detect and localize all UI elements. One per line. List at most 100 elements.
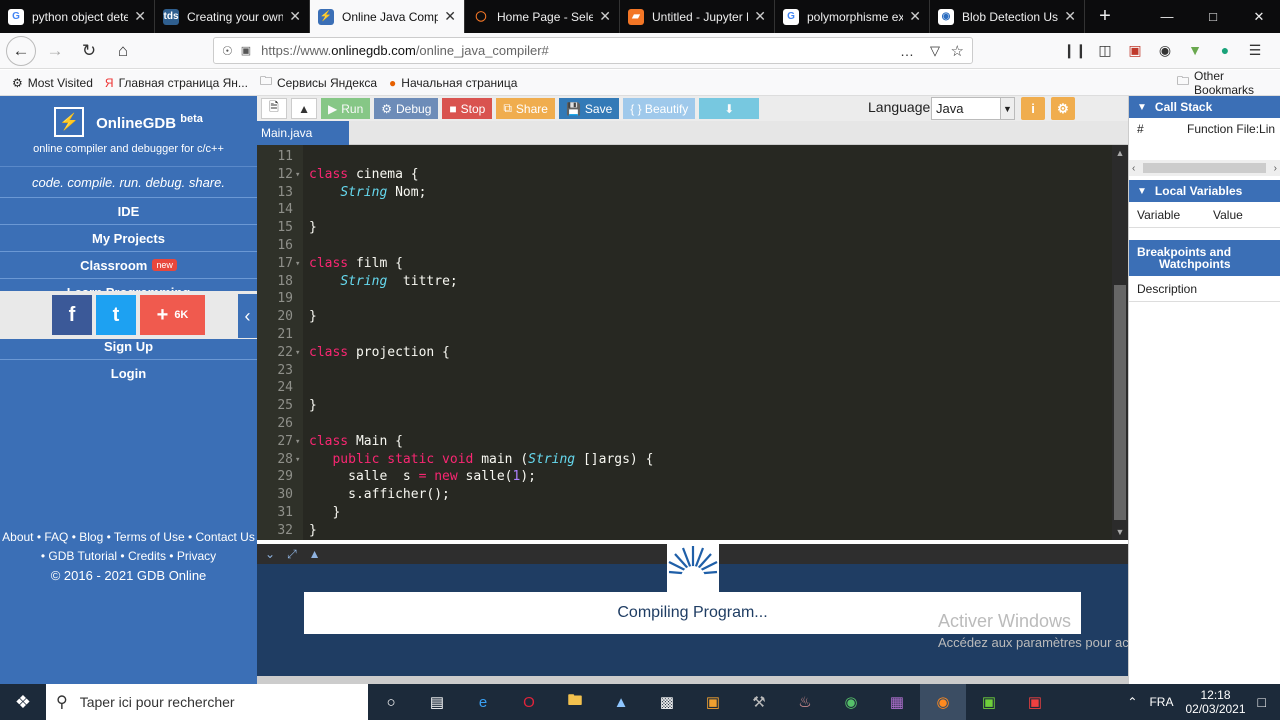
browser-tab[interactable]: Gpolymorphisme exe ✕ — [775, 0, 930, 33]
bookmark-item[interactable]: 🗀 Сервисы Яндекса — [260, 72, 377, 93]
hscroll-thumb[interactable] — [1143, 163, 1266, 173]
fold-toggle-icon[interactable]: ▾ — [295, 451, 300, 469]
bookmark-item[interactable]: ● Начальная страница — [389, 76, 517, 90]
scrollbar-thumb[interactable] — [1114, 285, 1126, 520]
download-icon[interactable]: ▼ — [1185, 37, 1205, 63]
app-tools-icon[interactable]: ⚒ — [736, 684, 782, 720]
editor-scrollbar[interactable]: ▲ ▼ — [1112, 145, 1128, 540]
facebook-icon[interactable]: f — [52, 295, 92, 335]
horizontal-scrollbar[interactable]: ‹ › — [1129, 160, 1280, 176]
account-icon[interactable]: ◉ — [1155, 37, 1175, 63]
sidebar-item-login[interactable]: Login — [0, 359, 257, 386]
forward-icon[interactable]: → — [40, 36, 70, 66]
notifications-icon[interactable]: □ — [1258, 694, 1266, 710]
extension-icon[interactable]: ▣ — [1125, 37, 1145, 63]
language-select[interactable]: Java ▼ — [931, 97, 1015, 120]
input-language[interactable]: FRA — [1149, 695, 1173, 709]
scroll-up-icon[interactable]: ▲ — [1112, 145, 1128, 161]
close-window-icon[interactable]: ✕ — [1236, 0, 1280, 33]
minimize-icon[interactable]: — — [1144, 0, 1190, 33]
footer-links-1[interactable]: About • FAQ • Blog • Terms of Use • Cont… — [0, 528, 257, 547]
app-archive-icon[interactable]: ▦ — [874, 684, 920, 720]
app-paint-icon[interactable]: ♨ — [782, 684, 828, 720]
back-icon[interactable]: ← — [6, 35, 36, 66]
clear-output-icon[interactable]: ▲ — [309, 547, 321, 561]
share-count-button[interactable]: +6K — [140, 295, 205, 335]
scroll-left-icon[interactable]: ‹ — [1132, 163, 1135, 174]
close-tab-icon[interactable]: ✕ — [289, 8, 301, 25]
app-red-icon[interactable]: ▣ — [1012, 684, 1058, 720]
new-tab-button[interactable]: + — [1085, 0, 1125, 33]
codeblocks-icon[interactable]: ▣ — [966, 684, 1012, 720]
fold-toggle-icon[interactable]: ▾ — [295, 166, 300, 184]
pocket-icon[interactable]: ▽ — [930, 43, 940, 59]
fold-toggle-icon[interactable]: ▾ — [295, 344, 300, 362]
more-actions-icon[interactable]: … — [900, 43, 914, 59]
fold-toggle-icon[interactable]: ▾ — [295, 433, 300, 451]
menu-icon[interactable]: ☰ — [1245, 37, 1265, 63]
debug-button[interactable]: ⚙ Debug — [374, 98, 439, 119]
anaconda-icon[interactable]: ▲ — [598, 684, 644, 720]
collapse-sidebar-icon[interactable]: ‹ — [238, 294, 257, 338]
settings-gear-icon[interactable]: ⚙ — [1051, 97, 1075, 120]
close-tab-icon[interactable]: ✕ — [599, 8, 611, 25]
new-file-icon[interactable]: 🗎 — [261, 98, 287, 119]
fold-toggle-icon[interactable]: ▾ — [295, 255, 300, 273]
breakpoints-header[interactable]: Breakpoints and Watchpoints — [1129, 240, 1280, 276]
scroll-down-icon[interactable]: ▼ — [1112, 524, 1128, 540]
edge-icon[interactable]: e — [460, 684, 506, 720]
sidebar-item-ide[interactable]: IDE — [0, 197, 257, 224]
clock[interactable]: 12:18 02/03/2021 — [1185, 688, 1245, 716]
info-icon[interactable]: i — [1021, 97, 1045, 120]
logo[interactable]: ⚡ OnlineGDB beta online compiler and deb… — [0, 96, 257, 166]
firefox-icon[interactable]: ◉ — [920, 684, 966, 720]
close-tab-icon[interactable]: ✕ — [134, 8, 146, 25]
close-tab-icon[interactable]: ✕ — [1064, 8, 1076, 25]
app-globe-icon[interactable]: ◉ — [828, 684, 874, 720]
other-bookmarks[interactable]: 🗀 Other Bookmarks — [1177, 69, 1280, 97]
expand-output-icon[interactable]: ⤢ — [287, 547, 297, 562]
close-tab-icon[interactable]: ✕ — [444, 8, 456, 25]
share-button[interactable]: ⧉ Share — [496, 98, 555, 119]
sidebar-icon[interactable]: ◫ — [1095, 37, 1115, 63]
browser-tab[interactable]: tds Creating your own ✕ — [155, 0, 310, 33]
taskbar-search[interactable]: ⚲ Taper ici pour rechercher — [46, 684, 368, 720]
terminal-icon[interactable]: ▩ — [644, 684, 690, 720]
bookmark-star-icon[interactable]: ☆ — [951, 42, 964, 60]
footer-links-2[interactable]: • GDB Tutorial • Credits • Privacy — [0, 547, 257, 566]
bookmark-item[interactable]: ⚙ Most Visited — [12, 76, 93, 90]
browser-tab[interactable]: ⚡ Online Java Compil ✕ — [310, 0, 465, 33]
tray-chevron-up-icon[interactable]: ⌃ — [1127, 695, 1137, 709]
close-tab-icon[interactable]: ✕ — [909, 8, 921, 25]
upload-icon[interactable]: ▲ — [291, 98, 317, 119]
download-button[interactable]: ⬇ — [699, 98, 760, 119]
save-button[interactable]: 💾 Save — [558, 98, 620, 119]
reload-icon[interactable]: ↻ — [74, 36, 104, 66]
local-variables-header[interactable]: ▼ Local Variables — [1129, 180, 1280, 202]
chat-icon[interactable]: ● — [1215, 37, 1235, 63]
app-orange-icon[interactable]: ▣ — [690, 684, 736, 720]
code-editor[interactable]: 11 12 ▾ class cinema {13 String Nom; 14 15} 16… — [257, 145, 1112, 540]
library-icon[interactable]: ❙❙ — [1063, 37, 1086, 63]
browser-tab[interactable]: ◯ Home Page - Select ✕ — [465, 0, 620, 33]
file-tab-main[interactable]: Main.java — [257, 121, 349, 145]
scroll-right-icon[interactable]: › — [1274, 163, 1277, 174]
url-bar[interactable]: ☉ ▣ https://www.onlinegdb.com/online_jav… — [213, 37, 973, 64]
browser-tab[interactable]: Gpython object dete ✕ — [0, 0, 155, 33]
twitter-icon[interactable]: t — [96, 295, 136, 335]
sidebar-item-my-projects[interactable]: My Projects — [0, 224, 257, 251]
sidebar-item-classroom[interactable]: Classroom new — [0, 251, 257, 278]
file-explorer-icon[interactable]: 🖿 — [552, 684, 598, 720]
bookmark-item[interactable]: Я Главная страница Ян... — [105, 76, 248, 90]
stop-button[interactable]: ■ Stop — [442, 98, 493, 119]
task-view-icon[interactable]: ▤ — [414, 684, 460, 720]
cortana-icon[interactable]: ○ — [368, 684, 414, 720]
collapse-output-icon[interactable]: ⌄ — [265, 547, 275, 561]
home-icon[interactable]: ⌂ — [108, 36, 138, 66]
browser-tab[interactable]: ▰ Untitled - Jupyter N ✕ — [620, 0, 775, 33]
maximize-icon[interactable]: □ — [1190, 0, 1236, 33]
opera-icon[interactable]: O — [506, 684, 552, 720]
windows-start-icon[interactable]: ❖ — [0, 684, 46, 720]
beautify-button[interactable]: { } Beautify — [623, 98, 696, 119]
call-stack-header[interactable]: ▼ Call Stack — [1129, 96, 1280, 118]
